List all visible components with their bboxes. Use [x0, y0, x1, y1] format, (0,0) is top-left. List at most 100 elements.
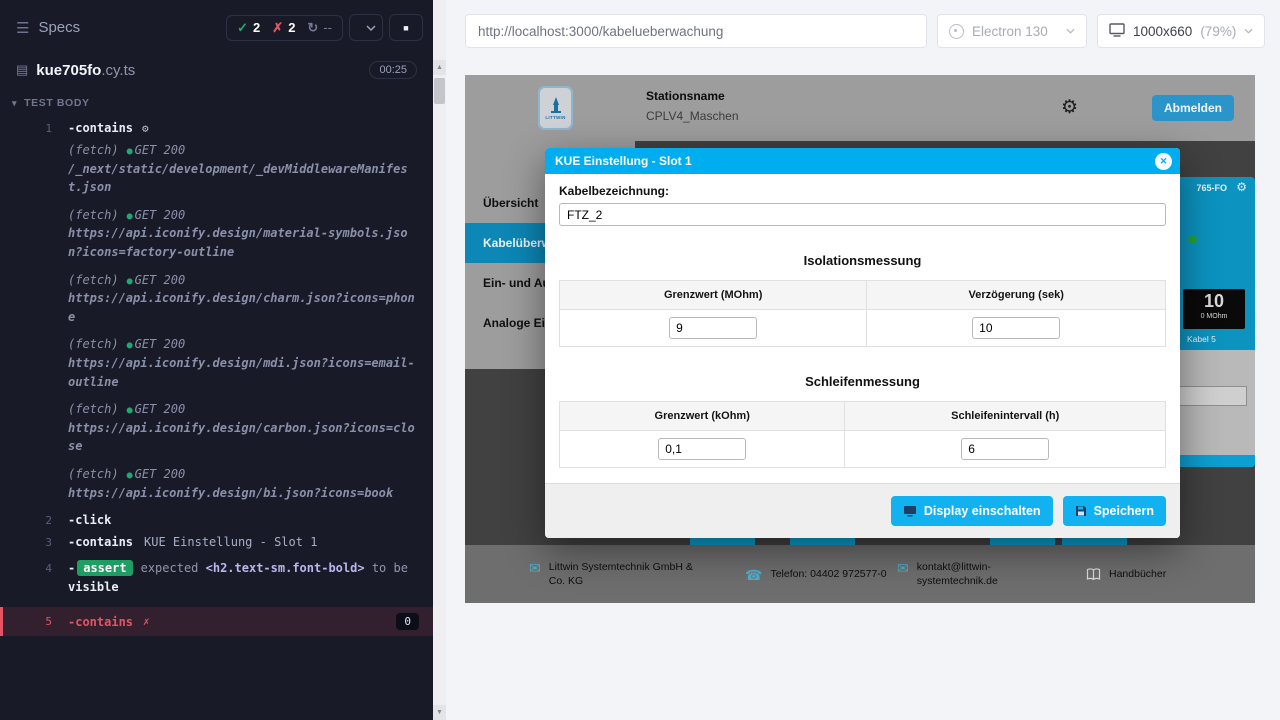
- kue-settings-modal: KUE Einstellung - Slot 1 ✕ Kabelbezeichn…: [545, 148, 1180, 538]
- fetch-url: https://api.iconify.design/mdi.json?icon…: [68, 354, 419, 391]
- phone-number: Telefon: 04402 972577-0: [770, 567, 886, 581]
- caret-down-icon: ▾: [12, 98, 17, 109]
- gear-icon[interactable]: ⚙: [1236, 180, 1247, 194]
- specs-label: Specs: [38, 19, 80, 36]
- iso-limit-input[interactable]: [669, 317, 757, 339]
- specs-menu[interactable]: ☰ Specs: [16, 19, 80, 37]
- fetch-log-5[interactable]: (fetch)●GET 200 https://api.iconify.desi…: [0, 398, 433, 458]
- status-dot-icon: ●: [127, 405, 133, 416]
- command-number: 4: [0, 562, 68, 575]
- logo-emblem-icon: [548, 96, 564, 114]
- fetch-url: https://api.iconify.design/bi.json?icons…: [68, 484, 419, 503]
- cable-label: Kabel 5: [1187, 334, 1216, 344]
- book-icon: [1086, 568, 1101, 581]
- command-number: 3: [0, 536, 68, 549]
- scroll-up-icon[interactable]: ▲: [433, 60, 446, 75]
- chevron-down-icon: [1066, 28, 1075, 34]
- save-label: Speichern: [1094, 504, 1154, 518]
- refresh-icon: ↻: [307, 20, 318, 36]
- viewport-select[interactable]: 1000x660 (79%): [1097, 14, 1265, 48]
- command-row-contains-1[interactable]: 1 -contains ⚙: [0, 117, 433, 139]
- electron-icon: [949, 24, 964, 39]
- status-dot-icon: ●: [127, 276, 133, 287]
- aut-panel: Electron 130 1000x660 (79%): [446, 0, 1280, 720]
- footer-email: ✉ kontakt@littwin-systemtechnik.de: [897, 560, 1031, 588]
- mail-icon: ✉: [529, 561, 541, 575]
- company-name: Littwin Systemtechnik GmbH & Co. KG: [549, 560, 707, 588]
- reporter-header: ☰ Specs ✓ 2 ✗ 2 ↻ --: [0, 0, 433, 53]
- fetch-url: https://api.iconify.design/material-symb…: [68, 224, 419, 261]
- assert-badge: assert: [77, 560, 132, 576]
- footer-manuals[interactable]: Handbücher: [1086, 567, 1166, 581]
- station-label: Stationsname: [646, 89, 739, 103]
- status-dot-icon: ●: [127, 211, 133, 222]
- test-body-toggle[interactable]: ▾ TEST BODY: [0, 89, 433, 117]
- loop-table: Grenzwert (kOhm) Schleifenintervall (h): [559, 401, 1166, 468]
- command-number: 1: [0, 122, 68, 135]
- stat-pending: ↻ --: [307, 20, 332, 36]
- modal-body: Kabelbezeichnung: Isolationsmessung Gren…: [545, 174, 1180, 483]
- loop-limit-input[interactable]: [658, 438, 746, 460]
- command-row-contains-failed[interactable]: 5 -contains ✗ 0: [0, 607, 433, 636]
- cable-name-input[interactable]: [559, 203, 1166, 226]
- reporter-controls: ✓ 2 ✗ 2 ↻ --: [226, 14, 423, 41]
- collapse-button[interactable]: [349, 14, 383, 41]
- scroll-down-icon[interactable]: ▼: [433, 705, 446, 720]
- fetch-log-3[interactable]: (fetch)●GET 200 https://api.iconify.desi…: [0, 269, 433, 329]
- footer-company: ✉ Littwin Systemtechnik GmbH & Co. KG: [529, 560, 707, 588]
- stat-passed: ✓ 2: [237, 20, 260, 36]
- pending-count: --: [323, 20, 332, 35]
- file-icon: ▤: [16, 62, 28, 78]
- isolation-section-title: Isolationsmessung: [559, 253, 1166, 268]
- spec-row[interactable]: ▤ kue705fo.cy.ts 00:25: [0, 53, 433, 89]
- logout-button[interactable]: Abmelden: [1152, 95, 1234, 121]
- modal-title: KUE Einstellung - Slot 1: [555, 154, 692, 168]
- assert-message: -assertexpected <h2.text-sm.font-bold> t…: [68, 559, 423, 597]
- phone-icon: ☎: [745, 568, 762, 582]
- chevron-down-icon: [1244, 28, 1253, 34]
- display-value: 10: [1183, 289, 1245, 313]
- manuals-label: Handbücher: [1109, 567, 1166, 581]
- loop-interval-input[interactable]: [961, 438, 1049, 460]
- display-on-button[interactable]: Display einschalten: [891, 496, 1053, 526]
- fetch-log-6[interactable]: (fetch)●GET 200 https://api.iconify.desi…: [0, 463, 433, 504]
- aut-toolbar: Electron 130 1000x660 (79%): [465, 14, 1265, 48]
- specs-menu-icon: ☰: [16, 19, 29, 37]
- status-led: [1188, 235, 1197, 244]
- test-stats: ✓ 2 ✗ 2 ↻ --: [226, 15, 343, 41]
- command-name: -contains: [68, 535, 133, 549]
- station-info: Stationsname CPLV4_Maschen: [646, 89, 739, 123]
- command-row-contains-2[interactable]: 3 -contains KUE Einstellung - Slot 1: [0, 531, 433, 553]
- reporter-scrollbar[interactable]: ▲ ▼: [433, 0, 446, 720]
- app-header: LITTWIN Stationsname CPLV4_Maschen ⚙ Abm…: [465, 75, 1255, 141]
- viewport-size: 1000x660: [1133, 24, 1192, 39]
- fetch-log-1[interactable]: (fetch)●GET 200 /_next/static/developmen…: [0, 139, 433, 199]
- screen: ☰ Specs ✓ 2 ✗ 2 ↻ --: [0, 0, 1280, 720]
- save-button[interactable]: Speichern: [1063, 496, 1166, 526]
- url-input[interactable]: [465, 14, 927, 48]
- display-unit: 0 MOhm: [1183, 313, 1245, 320]
- fetch-log-4[interactable]: (fetch)●GET 200 https://api.iconify.desi…: [0, 333, 433, 393]
- command-number: 5: [3, 615, 68, 628]
- email-address[interactable]: kontakt@littwin-systemtechnik.de: [917, 560, 1031, 588]
- status-dot-icon: ●: [127, 146, 133, 157]
- command-row-click[interactable]: 2 -click: [0, 509, 433, 531]
- fetch-url: https://api.iconify.design/carbon.json?i…: [68, 419, 419, 456]
- test-body-label: TEST BODY: [24, 97, 90, 109]
- iso-delay-input[interactable]: [972, 317, 1060, 339]
- settings-gear-icon[interactable]: ⚙: [1061, 96, 1078, 119]
- loop-col-interval: Schleifenintervall (h): [845, 402, 1166, 431]
- stop-button[interactable]: ■: [389, 14, 423, 41]
- viewport-scale: (79%): [1200, 24, 1236, 39]
- close-icon[interactable]: ✕: [1155, 153, 1172, 170]
- scrollbar-thumb[interactable]: [434, 78, 445, 104]
- browser-select[interactable]: Electron 130: [937, 14, 1087, 48]
- command-row-assert[interactable]: 4 -assertexpected <h2.text-sm.font-bold>…: [0, 553, 433, 603]
- failed-count: 2: [288, 20, 295, 35]
- fetch-log-2[interactable]: (fetch)●GET 200 https://api.iconify.desi…: [0, 204, 433, 264]
- passed-count: 2: [253, 20, 260, 35]
- fetch-url: /_next/static/development/_devMiddleware…: [68, 160, 419, 197]
- app-footer: ✉ Littwin Systemtechnik GmbH & Co. KG ☎ …: [465, 545, 1255, 603]
- monitor-icon: [1109, 23, 1125, 40]
- command-name: -contains: [68, 615, 133, 629]
